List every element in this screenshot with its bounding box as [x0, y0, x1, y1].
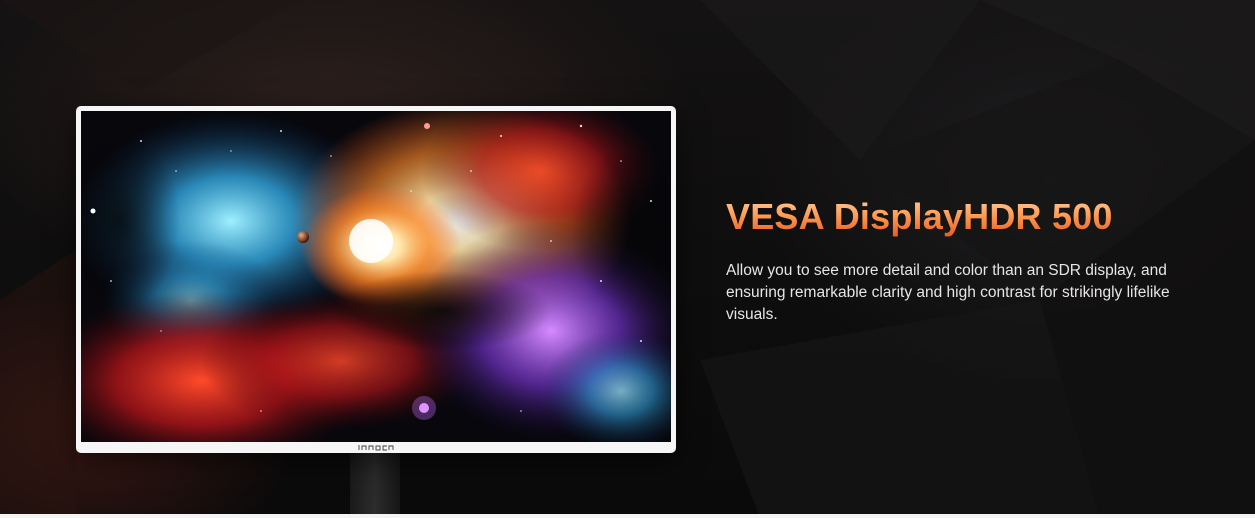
feature-headline: VESA DisplayHDR 500: [726, 196, 1196, 238]
feature-copy: VESA DisplayHDR 500 Allow you to see mor…: [726, 196, 1196, 326]
monitor-stand: [350, 452, 400, 514]
hdr-feature-banner: VESA DisplayHDR 500 Allow you to see mor…: [0, 0, 1255, 518]
monitor: [76, 106, 676, 453]
innocn-logo: [358, 445, 394, 451]
feature-description: Allow you to see more detail and color t…: [726, 262, 1170, 323]
monitor-screen: [81, 111, 671, 442]
bottom-edge-strip: [0, 514, 1255, 518]
monitor-chin: [76, 442, 676, 453]
nebula-image: [81, 111, 671, 442]
